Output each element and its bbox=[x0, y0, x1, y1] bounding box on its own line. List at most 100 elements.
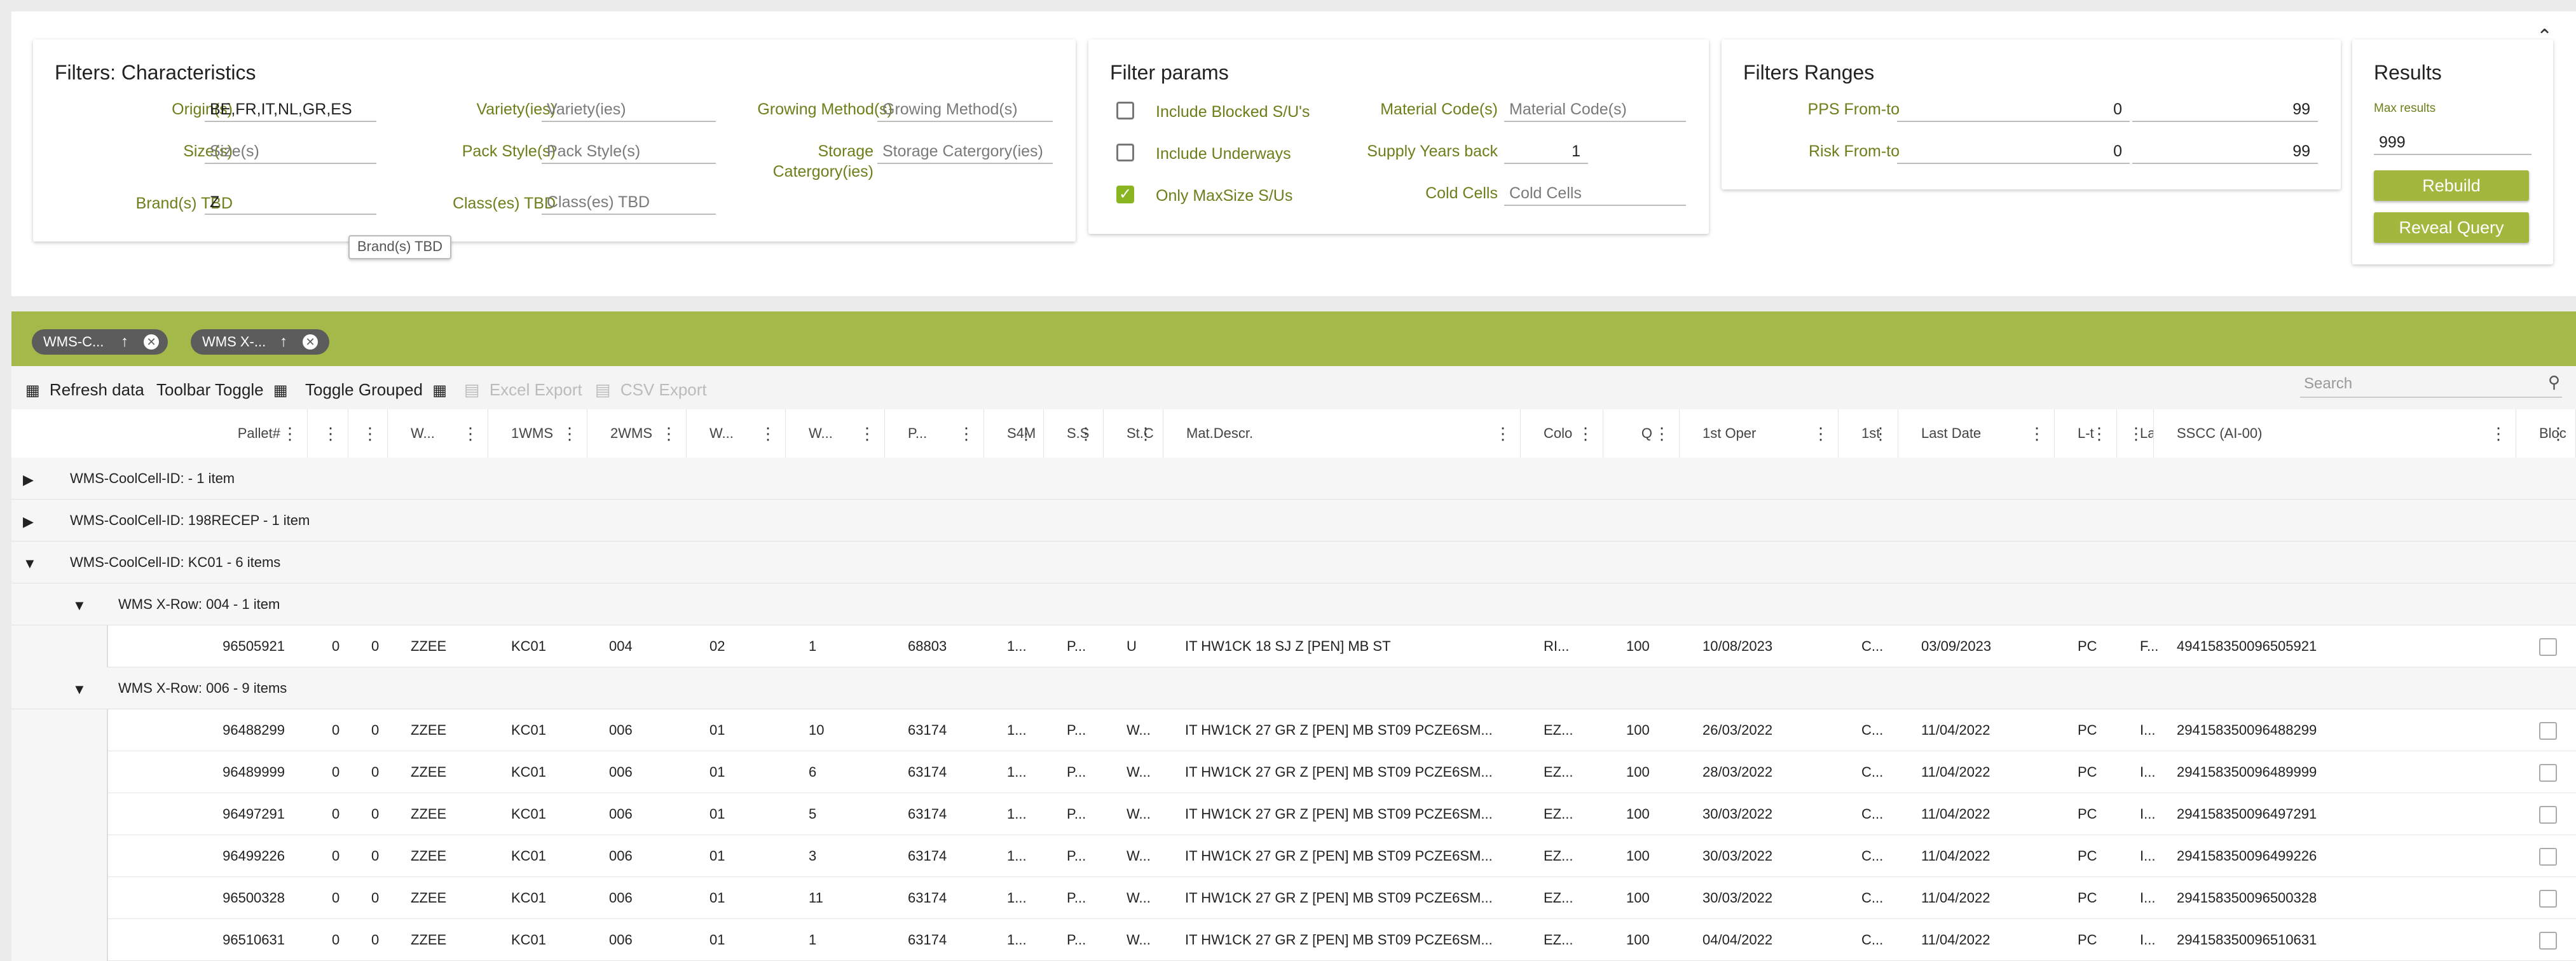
caret-right-icon[interactable]: ▶ bbox=[23, 472, 34, 488]
column-header[interactable]: St.C ⋮ bbox=[1104, 409, 1163, 458]
pps-from-field[interactable]: 0 bbox=[1897, 97, 2130, 122]
column-menu-icon[interactable]: ⋮ bbox=[2128, 409, 2144, 458]
column-menu-icon[interactable]: ⋮ bbox=[2091, 409, 2107, 458]
sort-asc-icon[interactable]: ↑ bbox=[280, 329, 287, 355]
column-menu-icon[interactable]: ⋮ bbox=[661, 409, 677, 458]
row-checkbox[interactable] bbox=[2539, 848, 2557, 866]
column-header[interactable]: ⋮ bbox=[308, 409, 348, 458]
table-row[interactable]: 96489999 0 0 ZZEE KC01 006 01 6 63174 1... P... W..… bbox=[11, 751, 2576, 793]
cold-cells-field[interactable]: Cold Cells bbox=[1504, 181, 1686, 206]
risk-from-field[interactable]: 0 bbox=[1897, 139, 2130, 164]
column-menu-icon[interactable]: ⋮ bbox=[1078, 409, 1094, 458]
group-row[interactable]: ▶ WMS-CoolCell-ID: 198RECEP - 1 item bbox=[11, 500, 2576, 542]
material-code-field[interactable]: Material Code(s) bbox=[1504, 97, 1686, 122]
column-menu-icon[interactable]: ⋮ bbox=[2029, 409, 2045, 458]
column-header[interactable]: Q ⋮ bbox=[1603, 409, 1680, 458]
column-header[interactable]: 2WMS ⋮ bbox=[587, 409, 687, 458]
table-row[interactable]: 96499226 0 0 ZZEE KC01 006 01 3 63174 1... P... W..… bbox=[11, 835, 2576, 877]
column-menu-icon[interactable]: ⋮ bbox=[2550, 409, 2566, 458]
only-maxsize-checkbox[interactable]: ✓ bbox=[1116, 186, 1134, 203]
column-menu-icon[interactable]: ⋮ bbox=[282, 409, 298, 458]
column-menu-icon[interactable]: ⋮ bbox=[1654, 409, 1670, 458]
column-header[interactable]: 1st Oper ⋮ bbox=[1680, 409, 1839, 458]
table-row[interactable]: 96500328 0 0 ZZEE KC01 006 01 11 63174 1... P... W.… bbox=[11, 877, 2576, 919]
pps-to-field[interactable]: 99 bbox=[2132, 97, 2318, 122]
caret-right-icon[interactable]: ▶ bbox=[23, 514, 34, 530]
column-header[interactable]: Mat.Descr. ⋮ bbox=[1163, 409, 1521, 458]
column-menu-icon[interactable]: ⋮ bbox=[462, 409, 479, 458]
column-menu-icon[interactable]: ⋮ bbox=[1137, 409, 1154, 458]
column-header[interactable]: W... ⋮ bbox=[388, 409, 488, 458]
column-header[interactable]: Colo ⋮ bbox=[1521, 409, 1603, 458]
group-row[interactable]: ▼ WMS X-Row: 004 - 1 item bbox=[11, 583, 2576, 625]
column-header[interactable]: Bloc ⋮ bbox=[2516, 409, 2576, 458]
sort-asc-icon[interactable]: ↑ bbox=[121, 329, 128, 355]
caret-down-icon[interactable]: ▼ bbox=[23, 555, 37, 572]
refresh-button[interactable]: ▦ Refresh data bbox=[25, 380, 144, 400]
column-menu-icon[interactable]: ⋮ bbox=[2490, 409, 2507, 458]
row-checkbox[interactable] bbox=[2539, 806, 2557, 824]
pack-style-field[interactable]: Pack Style(s) bbox=[542, 139, 716, 164]
table-row[interactable]: 96510631 0 0 ZZEE KC01 006 01 1 63174 1... P... W..… bbox=[11, 919, 2576, 961]
column-menu-icon[interactable]: ⋮ bbox=[362, 409, 378, 458]
table-row[interactable]: 96505921 0 0 ZZEE KC01 004 02 1 68803 1... P... U IT… bbox=[11, 625, 2576, 667]
column-menu-icon[interactable]: ⋮ bbox=[1018, 409, 1034, 458]
column-header[interactable]: W... ⋮ bbox=[786, 409, 885, 458]
group-chip-xrow[interactable]: WMS X-... ↑ ✕ bbox=[191, 329, 329, 355]
toolbar-toggle-button[interactable]: Toolbar Toggle ▦ bbox=[156, 380, 288, 400]
column-menu-icon[interactable]: ⋮ bbox=[1872, 409, 1889, 458]
column-menu-icon[interactable]: ⋮ bbox=[1577, 409, 1594, 458]
row-checkbox[interactable] bbox=[2539, 638, 2557, 656]
column-header[interactable]: 1st ⋮ bbox=[1839, 409, 1898, 458]
group-row[interactable]: ▼ WMS-CoolCell-ID: KC01 - 6 items bbox=[11, 542, 2576, 583]
column-menu-icon[interactable]: ⋮ bbox=[322, 409, 339, 458]
column-menu-icon[interactable]: ⋮ bbox=[760, 409, 776, 458]
column-header[interactable]: P... ⋮ bbox=[885, 409, 984, 458]
variety-field[interactable]: Variety(ies) bbox=[542, 97, 716, 122]
row-checkbox[interactable] bbox=[2539, 890, 2557, 908]
column-menu-icon[interactable]: ⋮ bbox=[859, 409, 875, 458]
column-header[interactable]: S.S ⋮ bbox=[1044, 409, 1104, 458]
storage-category-field[interactable]: Storage Catergory(ies) bbox=[877, 139, 1053, 164]
reveal-query-button[interactable]: Reveal Query bbox=[2374, 212, 2529, 243]
toggle-grouped-button[interactable]: Toggle Grouped ▦ bbox=[305, 380, 447, 400]
close-icon[interactable]: ✕ bbox=[303, 334, 318, 350]
caret-down-icon[interactable]: ▼ bbox=[72, 681, 86, 698]
column-header[interactable]: L-t ⋮ bbox=[2055, 409, 2117, 458]
max-results-field[interactable]: 999 bbox=[2374, 130, 2531, 155]
column-menu-icon[interactable]: ⋮ bbox=[561, 409, 578, 458]
class-field[interactable]: Class(es) TBD bbox=[542, 189, 716, 215]
group-chip-coolcell[interactable]: WMS-C... ↑ ✕ bbox=[32, 329, 168, 355]
caret-down-icon[interactable]: ▼ bbox=[72, 597, 86, 614]
column-header[interactable]: W... ⋮ bbox=[687, 409, 786, 458]
column-menu-icon[interactable]: ⋮ bbox=[1495, 409, 1511, 458]
group-row[interactable]: ▼ WMS X-Row: 006 - 9 items bbox=[11, 667, 2576, 709]
group-row[interactable]: ▶ WMS-CoolCell-ID: - 1 item bbox=[11, 458, 2576, 500]
column-header[interactable]: S4M ⋮ bbox=[984, 409, 1044, 458]
column-header[interactable]: ⋮ bbox=[348, 409, 388, 458]
close-icon[interactable]: ✕ bbox=[144, 334, 159, 350]
csv-export-button[interactable]: ▤ CSV Export bbox=[595, 380, 707, 400]
row-checkbox[interactable] bbox=[2539, 932, 2557, 950]
column-header[interactable]: Last Date ⋮ bbox=[1898, 409, 2055, 458]
brand-field[interactable]: Z bbox=[205, 189, 376, 215]
column-menu-icon[interactable]: ⋮ bbox=[958, 409, 975, 458]
row-checkbox[interactable] bbox=[2539, 764, 2557, 782]
column-menu-icon[interactable]: ⋮ bbox=[1812, 409, 1829, 458]
risk-to-field[interactable]: 99 bbox=[2132, 139, 2318, 164]
column-header[interactable]: SSCC (AI-00) ⋮ bbox=[2154, 409, 2516, 458]
supply-years-field[interactable]: 1 bbox=[1504, 139, 1588, 164]
column-header[interactable]: Las⋮ bbox=[2117, 409, 2154, 458]
column-header[interactable]: Pallet# ⋮ bbox=[11, 409, 308, 458]
include-underways-checkbox[interactable] bbox=[1116, 144, 1134, 161]
row-checkbox[interactable] bbox=[2539, 722, 2557, 740]
excel-export-button[interactable]: ▤ Excel Export bbox=[464, 380, 582, 400]
growing-method-field[interactable]: Growing Method(s) bbox=[877, 97, 1053, 122]
rebuild-button[interactable]: Rebuild bbox=[2374, 170, 2529, 201]
search-input[interactable]: Search bbox=[2300, 372, 2562, 398]
include-blocked-checkbox[interactable] bbox=[1116, 102, 1134, 119]
column-header[interactable]: 1WMS ⋮ bbox=[488, 409, 587, 458]
table-row[interactable]: 96488299 0 0 ZZEE KC01 006 01 10 63174 1... P... W.… bbox=[11, 709, 2576, 751]
table-row[interactable]: 96497291 0 0 ZZEE KC01 006 01 5 63174 1... P... W..… bbox=[11, 793, 2576, 835]
origin-field[interactable]: BE,FR,IT,NL,GR,ES bbox=[205, 97, 376, 122]
